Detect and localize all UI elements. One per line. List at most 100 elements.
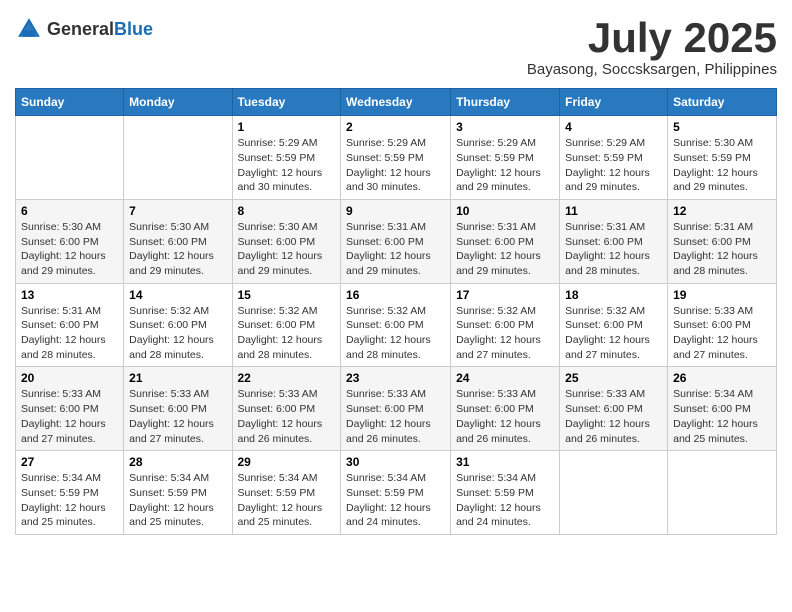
day-number: 27 (21, 455, 118, 469)
day-info: Sunrise: 5:33 AMSunset: 6:00 PMDaylight:… (21, 387, 118, 446)
day-number: 26 (673, 371, 771, 385)
day-number: 20 (21, 371, 118, 385)
day-cell (668, 451, 777, 535)
day-number: 6 (21, 204, 118, 218)
day-cell: 10 Sunrise: 5:31 AMSunset: 6:00 PMDayligh… (451, 199, 560, 283)
day-number: 23 (346, 371, 445, 385)
week-row-5: 27 Sunrise: 5:34 AMSunset: 5:59 PMDayligh… (16, 451, 777, 535)
day-cell: 20 Sunrise: 5:33 AMSunset: 6:00 PMDayligh… (16, 367, 124, 451)
day-info: Sunrise: 5:30 AMSunset: 5:59 PMDaylight:… (673, 136, 771, 195)
calendar-header-row: SundayMondayTuesdayWednesdayThursdayFrid… (16, 89, 777, 116)
day-info: Sunrise: 5:31 AMSunset: 6:00 PMDaylight:… (565, 220, 662, 279)
day-number: 15 (238, 288, 336, 302)
day-info: Sunrise: 5:34 AMSunset: 6:00 PMDaylight:… (673, 387, 771, 446)
day-header-saturday: Saturday (668, 89, 777, 116)
day-header-friday: Friday (560, 89, 668, 116)
day-cell: 18 Sunrise: 5:32 AMSunset: 6:00 PMDayligh… (560, 283, 668, 367)
day-info: Sunrise: 5:33 AMSunset: 6:00 PMDaylight:… (129, 387, 226, 446)
day-info: Sunrise: 5:32 AMSunset: 6:00 PMDaylight:… (565, 304, 662, 363)
day-header-wednesday: Wednesday (341, 89, 451, 116)
day-number: 18 (565, 288, 662, 302)
month-title: July 2025 (527, 15, 777, 61)
day-number: 29 (238, 455, 336, 469)
day-cell: 30 Sunrise: 5:34 AMSunset: 5:59 PMDayligh… (341, 451, 451, 535)
day-cell: 1 Sunrise: 5:29 AMSunset: 5:59 PMDaylight… (232, 116, 341, 200)
day-cell: 23 Sunrise: 5:33 AMSunset: 6:00 PMDayligh… (341, 367, 451, 451)
day-cell: 13 Sunrise: 5:31 AMSunset: 6:00 PMDayligh… (16, 283, 124, 367)
location-title: Bayasong, Soccsksargen, Philippines (527, 61, 777, 78)
day-info: Sunrise: 5:33 AMSunset: 6:00 PMDaylight:… (456, 387, 554, 446)
day-number: 4 (565, 120, 662, 134)
logo-text: GeneralBlue (47, 19, 153, 40)
day-info: Sunrise: 5:34 AMSunset: 5:59 PMDaylight:… (346, 471, 445, 530)
logo-blue: Blue (114, 19, 153, 39)
day-info: Sunrise: 5:34 AMSunset: 5:59 PMDaylight:… (456, 471, 554, 530)
page-header: GeneralBlue July 2025 Bayasong, Soccsksa… (15, 15, 777, 78)
day-info: Sunrise: 5:33 AMSunset: 6:00 PMDaylight:… (673, 304, 771, 363)
day-info: Sunrise: 5:33 AMSunset: 6:00 PMDaylight:… (565, 387, 662, 446)
logo-general: General (47, 19, 114, 39)
logo: GeneralBlue (15, 15, 153, 43)
day-info: Sunrise: 5:29 AMSunset: 5:59 PMDaylight:… (346, 136, 445, 195)
day-header-tuesday: Tuesday (232, 89, 341, 116)
day-cell (16, 116, 124, 200)
title-block: July 2025 Bayasong, Soccsksargen, Philip… (527, 15, 777, 78)
day-info: Sunrise: 5:31 AMSunset: 6:00 PMDaylight:… (346, 220, 445, 279)
day-cell: 3Sunrise: 5:29 AMSunset: 5:59 PMDaylight… (451, 116, 560, 200)
day-info: Sunrise: 5:29 AMSunset: 5:59 PMDaylight:… (456, 136, 554, 195)
day-number: 13 (21, 288, 118, 302)
day-cell: 8 Sunrise: 5:30 AMSunset: 6:00 PMDaylight… (232, 199, 341, 283)
day-number: 22 (238, 371, 336, 385)
day-number: 9 (346, 204, 445, 218)
day-info: Sunrise: 5:31 AMSunset: 6:00 PMDaylight:… (21, 304, 118, 363)
day-info: Sunrise: 5:32 AMSunset: 6:00 PMDaylight:… (129, 304, 226, 363)
logo-icon (15, 15, 43, 43)
day-number: 25 (565, 371, 662, 385)
day-cell (124, 116, 232, 200)
day-cell: 24Sunrise: 5:33 AMSunset: 6:00 PMDayligh… (451, 367, 560, 451)
day-number: 2 (346, 120, 445, 134)
day-number: 17 (456, 288, 554, 302)
day-cell: 25 Sunrise: 5:33 AMSunset: 6:00 PMDayligh… (560, 367, 668, 451)
day-cell: 28Sunrise: 5:34 AMSunset: 5:59 PMDayligh… (124, 451, 232, 535)
day-cell: 6 Sunrise: 5:30 AMSunset: 6:00 PMDaylight… (16, 199, 124, 283)
day-number: 5 (673, 120, 771, 134)
day-number: 21 (129, 371, 226, 385)
day-info: Sunrise: 5:29 AMSunset: 5:59 PMDaylight:… (565, 136, 662, 195)
day-cell: 14Sunrise: 5:32 AMSunset: 6:00 PMDayligh… (124, 283, 232, 367)
week-row-3: 13 Sunrise: 5:31 AMSunset: 6:00 PMDayligh… (16, 283, 777, 367)
day-number: 30 (346, 455, 445, 469)
day-number: 1 (238, 120, 336, 134)
day-info: Sunrise: 5:30 AMSunset: 6:00 PMDaylight:… (129, 220, 226, 279)
day-number: 8 (238, 204, 336, 218)
day-cell: 4 Sunrise: 5:29 AMSunset: 5:59 PMDaylight… (560, 116, 668, 200)
day-header-thursday: Thursday (451, 89, 560, 116)
day-info: Sunrise: 5:32 AMSunset: 6:00 PMDaylight:… (456, 304, 554, 363)
day-cell: 29 Sunrise: 5:34 AMSunset: 5:59 PMDayligh… (232, 451, 341, 535)
day-number: 12 (673, 204, 771, 218)
day-header-sunday: Sunday (16, 89, 124, 116)
day-number: 31 (456, 455, 554, 469)
day-info: Sunrise: 5:34 AMSunset: 5:59 PMDaylight:… (238, 471, 336, 530)
day-cell: 11Sunrise: 5:31 AMSunset: 6:00 PMDayligh… (560, 199, 668, 283)
day-info: Sunrise: 5:34 AMSunset: 5:59 PMDaylight:… (129, 471, 226, 530)
day-info: Sunrise: 5:31 AMSunset: 6:00 PMDaylight:… (456, 220, 554, 279)
day-cell: 16Sunrise: 5:32 AMSunset: 6:00 PMDayligh… (341, 283, 451, 367)
day-cell: 7Sunrise: 5:30 AMSunset: 6:00 PMDaylight… (124, 199, 232, 283)
week-row-2: 6 Sunrise: 5:30 AMSunset: 6:00 PMDaylight… (16, 199, 777, 283)
day-cell: 31 Sunrise: 5:34 AMSunset: 5:59 PMDayligh… (451, 451, 560, 535)
day-number: 16 (346, 288, 445, 302)
day-cell: 15Sunrise: 5:32 AMSunset: 6:00 PMDayligh… (232, 283, 341, 367)
day-cell: 22 Sunrise: 5:33 AMSunset: 6:00 PMDayligh… (232, 367, 341, 451)
day-cell: 12Sunrise: 5:31 AMSunset: 6:00 PMDayligh… (668, 199, 777, 283)
day-info: Sunrise: 5:30 AMSunset: 6:00 PMDaylight:… (238, 220, 336, 279)
day-info: Sunrise: 5:33 AMSunset: 6:00 PMDaylight:… (238, 387, 336, 446)
day-cell: 2 Sunrise: 5:29 AMSunset: 5:59 PMDaylight… (341, 116, 451, 200)
calendar-table: SundayMondayTuesdayWednesdayThursdayFrid… (15, 88, 777, 535)
day-header-monday: Monday (124, 89, 232, 116)
day-info: Sunrise: 5:33 AMSunset: 6:00 PMDaylight:… (346, 387, 445, 446)
day-info: Sunrise: 5:29 AMSunset: 5:59 PMDaylight:… (238, 136, 336, 195)
day-number: 10 (456, 204, 554, 218)
day-info: Sunrise: 5:30 AMSunset: 6:00 PMDaylight:… (21, 220, 118, 279)
day-number: 19 (673, 288, 771, 302)
